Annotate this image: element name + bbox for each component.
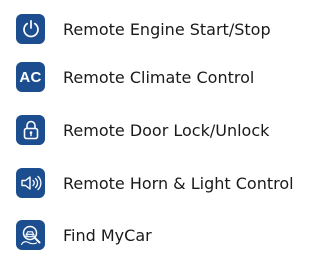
ac-icon-text: AC	[19, 68, 42, 86]
feature-remote-door-lock-unlock[interactable]: Remote Door Lock/Unlock	[16, 115, 269, 145]
feature-remote-engine-start-stop[interactable]: Remote Engine Start/Stop	[16, 14, 271, 44]
feature-remote-climate-control[interactable]: AC Remote Climate Control	[16, 62, 254, 92]
horn-icon	[16, 168, 45, 198]
feature-label: Remote Climate Control	[63, 67, 255, 87]
ac-icon: AC	[16, 62, 45, 92]
lock-icon	[16, 115, 45, 145]
power-icon	[16, 14, 45, 44]
feature-label: Remote Door Lock/Unlock	[63, 120, 270, 140]
feature-remote-horn-light-control[interactable]: Remote Horn & Light Control	[16, 168, 294, 198]
feature-label: Remote Horn & Light Control	[63, 173, 294, 193]
feature-label: Find MyCar	[63, 225, 152, 245]
feature-label: Remote Engine Start/Stop	[63, 19, 271, 39]
feature-find-my-car[interactable]: Find MyCar	[16, 220, 152, 250]
find-car-icon	[16, 220, 45, 250]
remote-feature-list: Remote Engine Start/Stop AC Remote Clima…	[0, 0, 335, 258]
